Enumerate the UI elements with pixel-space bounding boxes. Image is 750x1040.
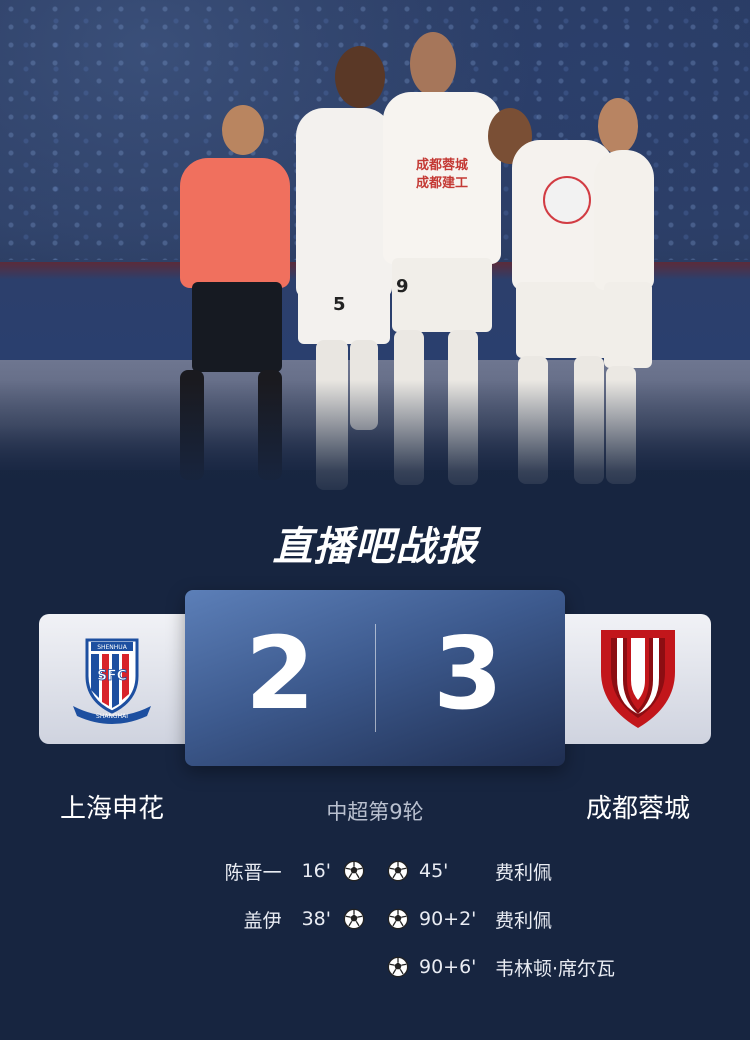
home-goal-row: 陈晋一 16' bbox=[210, 856, 365, 886]
home-goal-player: 陈晋一 bbox=[224, 861, 282, 884]
home-goal-player: 盖伊 bbox=[243, 909, 282, 932]
away-goal-player: 韦林顿·席尔瓦 bbox=[495, 957, 616, 980]
shenhua-crest-icon: SHENHUA SFC SHANGHAI bbox=[73, 638, 151, 724]
score-divider bbox=[375, 624, 376, 732]
brand-title-text: 直播吧战 bbox=[272, 524, 437, 570]
jersey-number-9: 9 bbox=[396, 276, 409, 297]
football-icon bbox=[387, 860, 409, 882]
away-team-name: 成都蓉城 bbox=[585, 794, 690, 824]
football-icon bbox=[343, 908, 365, 930]
away-crest-box bbox=[565, 614, 711, 744]
away-goal-minute: 90+2' bbox=[419, 908, 477, 930]
football-icon bbox=[387, 908, 409, 930]
brand-title-last: 报 bbox=[436, 524, 478, 570]
home-goal-minute: 38' bbox=[301, 908, 331, 930]
crest-top-text: SHENHUA bbox=[97, 644, 128, 651]
crest-bottom-text: SHANGHAI bbox=[96, 713, 128, 720]
away-goal-player: 费利佩 bbox=[495, 909, 553, 932]
home-team-name: 上海申花 bbox=[59, 794, 164, 824]
football-icon bbox=[387, 956, 409, 978]
rongcheng-crest-icon bbox=[601, 630, 675, 728]
photo-fade bbox=[0, 380, 750, 500]
away-score: 3 bbox=[433, 615, 503, 732]
crest-letters: SFC bbox=[97, 668, 127, 684]
away-goal-row: 45' 费利佩 bbox=[387, 856, 687, 886]
match-round: 中超第9轮 bbox=[326, 800, 424, 824]
brand-title: 直播吧战报 bbox=[0, 514, 750, 572]
away-goal-row: 90+2' 费利佩 bbox=[387, 904, 687, 934]
home-goal-row: 盖伊 38' bbox=[210, 904, 365, 934]
home-crest-box: SHENHUA SFC SHANGHAI bbox=[39, 614, 185, 744]
sponsor-line-1: 成都蓉城 bbox=[415, 158, 468, 173]
football-icon bbox=[543, 176, 591, 224]
sponsor-line-2: 成都建工 bbox=[415, 176, 468, 191]
football-icon bbox=[343, 860, 365, 882]
away-goal-minute: 90+6' bbox=[419, 956, 477, 978]
match-photo: 5 成都蓉城 成都建工 9 bbox=[0, 0, 750, 500]
away-goal-minute: 45' bbox=[419, 860, 449, 882]
away-goal-player: 费利佩 bbox=[495, 861, 553, 884]
home-score: 2 bbox=[245, 615, 315, 732]
away-goal-row: 90+6' 韦林顿·席尔瓦 bbox=[387, 952, 707, 982]
home-goal-minute: 16' bbox=[301, 860, 331, 882]
jersey-number-5: 5 bbox=[333, 294, 346, 315]
